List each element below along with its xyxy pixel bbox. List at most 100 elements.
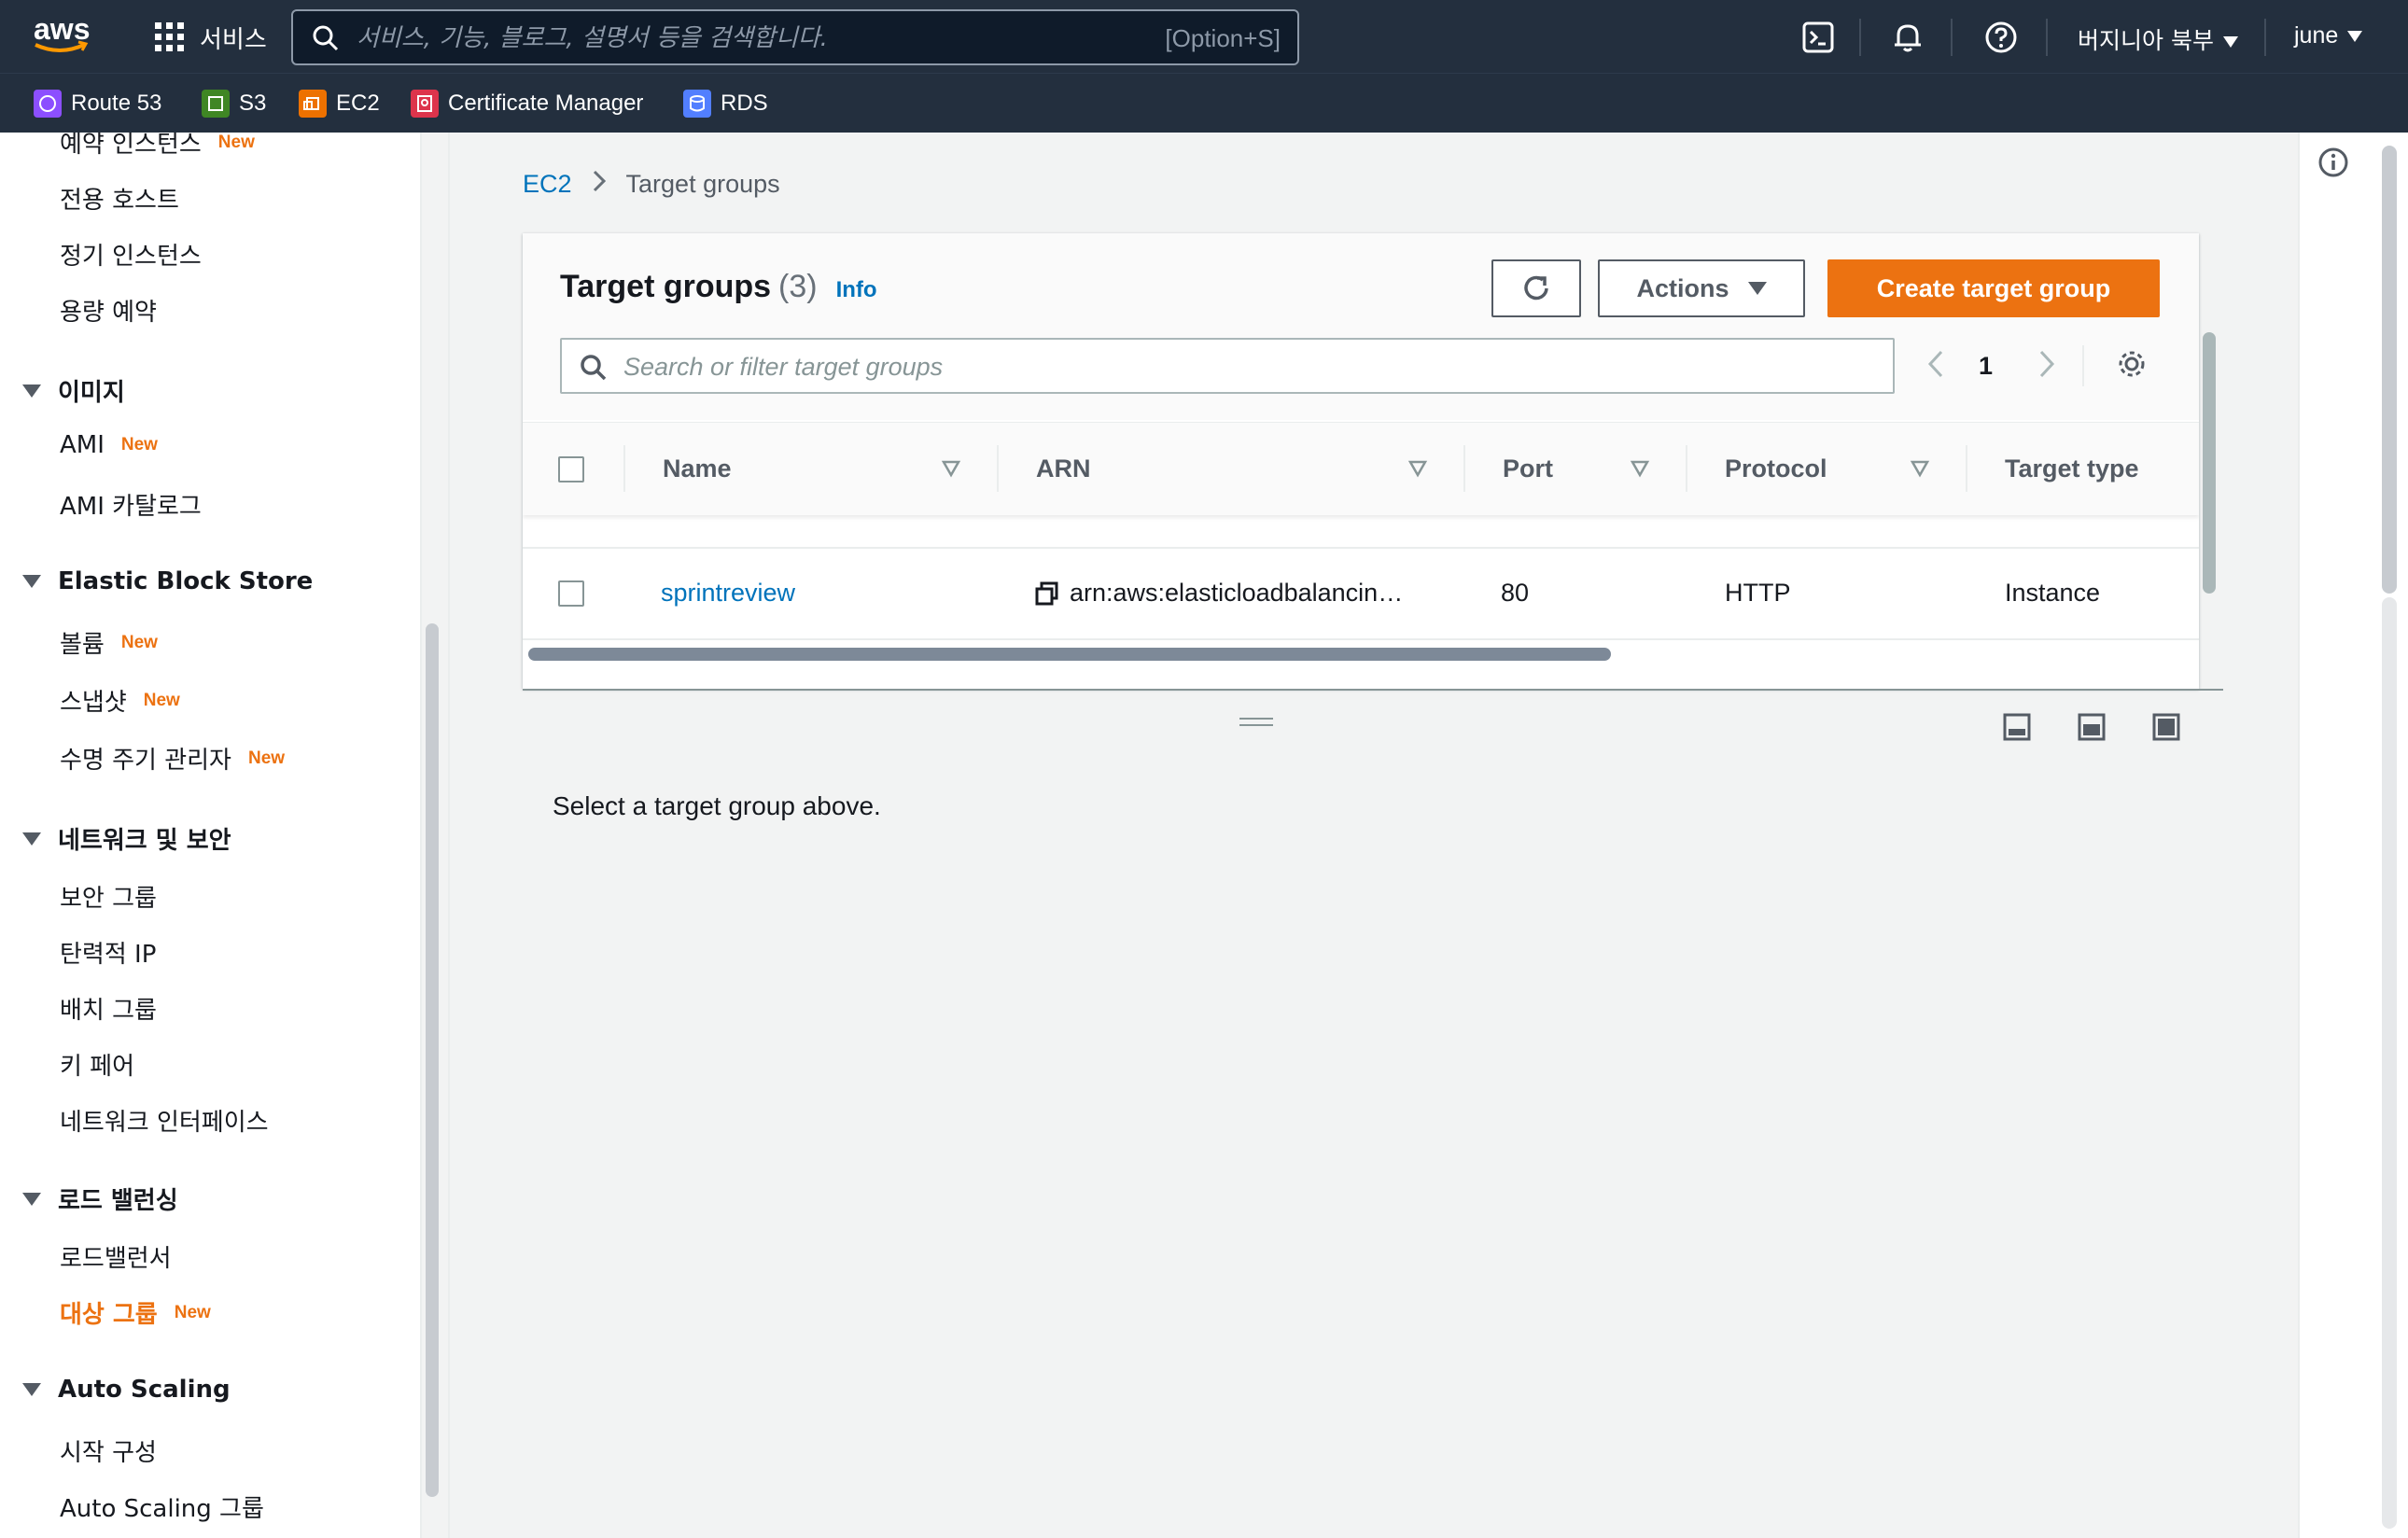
sort-icon[interactable]	[941, 458, 961, 479]
filter-input[interactable]	[623, 351, 1837, 383]
sidebar-section-ebs[interactable]: Elastic Block Store	[22, 567, 313, 595]
next-page-icon[interactable]	[2037, 348, 2056, 384]
new-badge: New	[120, 632, 158, 652]
column-divider	[1966, 445, 1967, 492]
sidebar-item-launch-configurations[interactable]: 시작 구성	[60, 1433, 157, 1468]
favorite-ec2[interactable]: EC2	[299, 89, 380, 119]
region-selector[interactable]: 버지니아 북부	[2078, 22, 2238, 56]
sidebar-item-network-interfaces[interactable]: 네트워크 인터페이스	[60, 1103, 269, 1138]
sidebar-item-label: 예약 인스턴스	[60, 133, 202, 159]
sidebar-item-ami[interactable]: AMI New	[60, 431, 158, 459]
sidebar-item-label: 수명 주기 관리자	[60, 747, 231, 775]
sidebar-item-ami-catalog[interactable]: AMI 카탈로그	[60, 487, 202, 522]
page-scrollbar-track[interactable]	[2382, 597, 2397, 1529]
copy-icon[interactable]	[1034, 580, 1060, 607]
horizontal-scrollbar[interactable]	[528, 648, 1611, 661]
help-icon[interactable]	[1982, 19, 2020, 56]
previous-page-icon[interactable]	[1926, 348, 1945, 384]
cloudshell-icon[interactable]	[1799, 19, 1837, 56]
route53-service-icon	[34, 90, 62, 118]
chevron-right-icon	[591, 168, 608, 201]
favorite-certificate-manager[interactable]: Certificate Manager	[411, 89, 643, 119]
sidebar-section-network-security[interactable]: 네트워크 및 보안	[22, 821, 231, 856]
sidebar-item-label: Auto Scaling 그룹	[60, 1495, 264, 1523]
sidebar-item-label: 배치 그룹	[60, 997, 157, 1025]
column-header-name[interactable]: Name	[663, 454, 732, 483]
caret-down-icon	[1747, 282, 1767, 295]
sidebar-item-volumes[interactable]: 볼륨 New	[60, 625, 158, 660]
sidebar-scrollbar[interactable]	[426, 623, 439, 1497]
breadcrumb-ec2-link[interactable]: EC2	[523, 170, 572, 199]
sidebar-item-scheduled-instances[interactable]: 정기 인스턴스	[60, 237, 202, 272]
sidebar-item-snapshots[interactable]: 스냅샷 New	[60, 683, 180, 718]
user-label: june	[2294, 22, 2339, 49]
sidebar-item-elastic-ips[interactable]: 탄력적 IP	[60, 935, 156, 970]
sidebar-section-load-balancing[interactable]: 로드 밸런싱	[22, 1181, 178, 1216]
split-full-icon[interactable]	[2152, 713, 2180, 741]
split-side-icon[interactable]	[2078, 713, 2106, 741]
sidebar-item-auto-scaling-groups[interactable]: Auto Scaling 그룹	[60, 1489, 264, 1524]
favorite-s3[interactable]: S3	[202, 89, 266, 119]
user-menu[interactable]: june	[2294, 22, 2363, 49]
sidebar-item-load-balancers[interactable]: 로드밸런서	[60, 1239, 172, 1274]
sort-icon[interactable]	[1407, 458, 1428, 479]
preferences-gear-icon[interactable]	[2116, 348, 2148, 384]
sort-icon[interactable]	[1630, 458, 1650, 479]
page-scrollbar-thumb[interactable]	[2382, 146, 2397, 594]
sidebar-section-images[interactable]: 이미지	[22, 373, 125, 408]
split-bottom-icon[interactable]	[2003, 713, 2031, 741]
nav-divider	[2046, 19, 2048, 56]
sidebar-item-label: 네트워크 인터페이스	[60, 1109, 269, 1137]
favorite-rds[interactable]: RDS	[683, 89, 768, 119]
breadcrumb-current: Target groups	[625, 170, 780, 198]
row-checkbox[interactable]	[558, 580, 584, 607]
target-type-cell: Instance	[2005, 579, 2101, 607]
sidebar-item-label: 키 페어	[60, 1053, 135, 1081]
create-target-group-button[interactable]: Create target group	[1827, 259, 2160, 317]
target-group-name-link[interactable]: sprintreview	[661, 579, 795, 608]
sidebar-item-target-groups[interactable]: 대상 그룹 New	[60, 1295, 211, 1330]
table-vertical-scrollbar[interactable]	[2203, 332, 2216, 594]
favorite-label: S3	[239, 91, 267, 116]
actions-dropdown[interactable]: Actions	[1598, 259, 1805, 317]
search-icon	[579, 353, 609, 387]
services-grid-icon[interactable]	[153, 21, 187, 54]
filter-box[interactable]	[560, 338, 1895, 394]
sidebar-item-label: 볼륨	[60, 631, 105, 659]
sidebar-item-lifecycle-manager[interactable]: 수명 주기 관리자 New	[60, 741, 285, 776]
sidebar-item-security-groups[interactable]: 보안 그룹	[60, 879, 157, 914]
caret-down-icon	[22, 1383, 41, 1396]
new-badge: New	[143, 690, 180, 710]
global-search-input[interactable]	[357, 22, 1103, 54]
info-link[interactable]: Info	[836, 277, 877, 302]
page-number[interactable]: 1	[1979, 352, 1993, 381]
sidebar-item-placement-groups[interactable]: 배치 그룹	[60, 991, 157, 1026]
sidebar-item-dedicated-hosts[interactable]: 전용 호스트	[60, 181, 179, 216]
favorite-route53[interactable]: Route 53	[34, 89, 161, 119]
nav-divider	[1859, 19, 1861, 56]
refresh-button[interactable]	[1491, 259, 1581, 317]
sidebar-section-auto-scaling[interactable]: Auto Scaling	[22, 1376, 231, 1404]
sidebar-section-label: 네트워크 및 보안	[58, 827, 231, 855]
select-all-checkbox[interactable]	[558, 456, 584, 482]
column-header-target-type[interactable]: Target type	[2005, 454, 2139, 483]
caret-down-icon	[2222, 36, 2238, 48]
sidebar-section-label: Elastic Block Store	[58, 567, 314, 595]
sidebar-section-label: 이미지	[58, 379, 125, 407]
notifications-bell-icon[interactable]	[1889, 19, 1926, 56]
rds-service-icon	[683, 90, 711, 118]
services-menu-label[interactable]: 서비스	[200, 21, 267, 55]
drag-handle-icon[interactable]	[1239, 717, 1273, 728]
global-search[interactable]: [Option+S]	[291, 9, 1299, 65]
sidebar-item-key-pairs[interactable]: 키 페어	[60, 1047, 134, 1082]
new-badge: New	[247, 748, 286, 768]
column-header-arn[interactable]: ARN	[1036, 454, 1091, 483]
sidebar-item-reserved-instances[interactable]: 예약 인스턴스 New	[60, 133, 255, 160]
aws-logo[interactable]: aws	[32, 12, 91, 59]
column-header-port[interactable]: Port	[1503, 454, 1553, 483]
column-header-protocol[interactable]: Protocol	[1725, 454, 1827, 483]
sort-icon[interactable]	[1910, 458, 1930, 479]
info-circle-icon[interactable]	[2317, 146, 2350, 184]
caret-down-icon	[22, 575, 41, 588]
sidebar-item-capacity-reservations[interactable]: 용량 예약	[60, 293, 157, 328]
